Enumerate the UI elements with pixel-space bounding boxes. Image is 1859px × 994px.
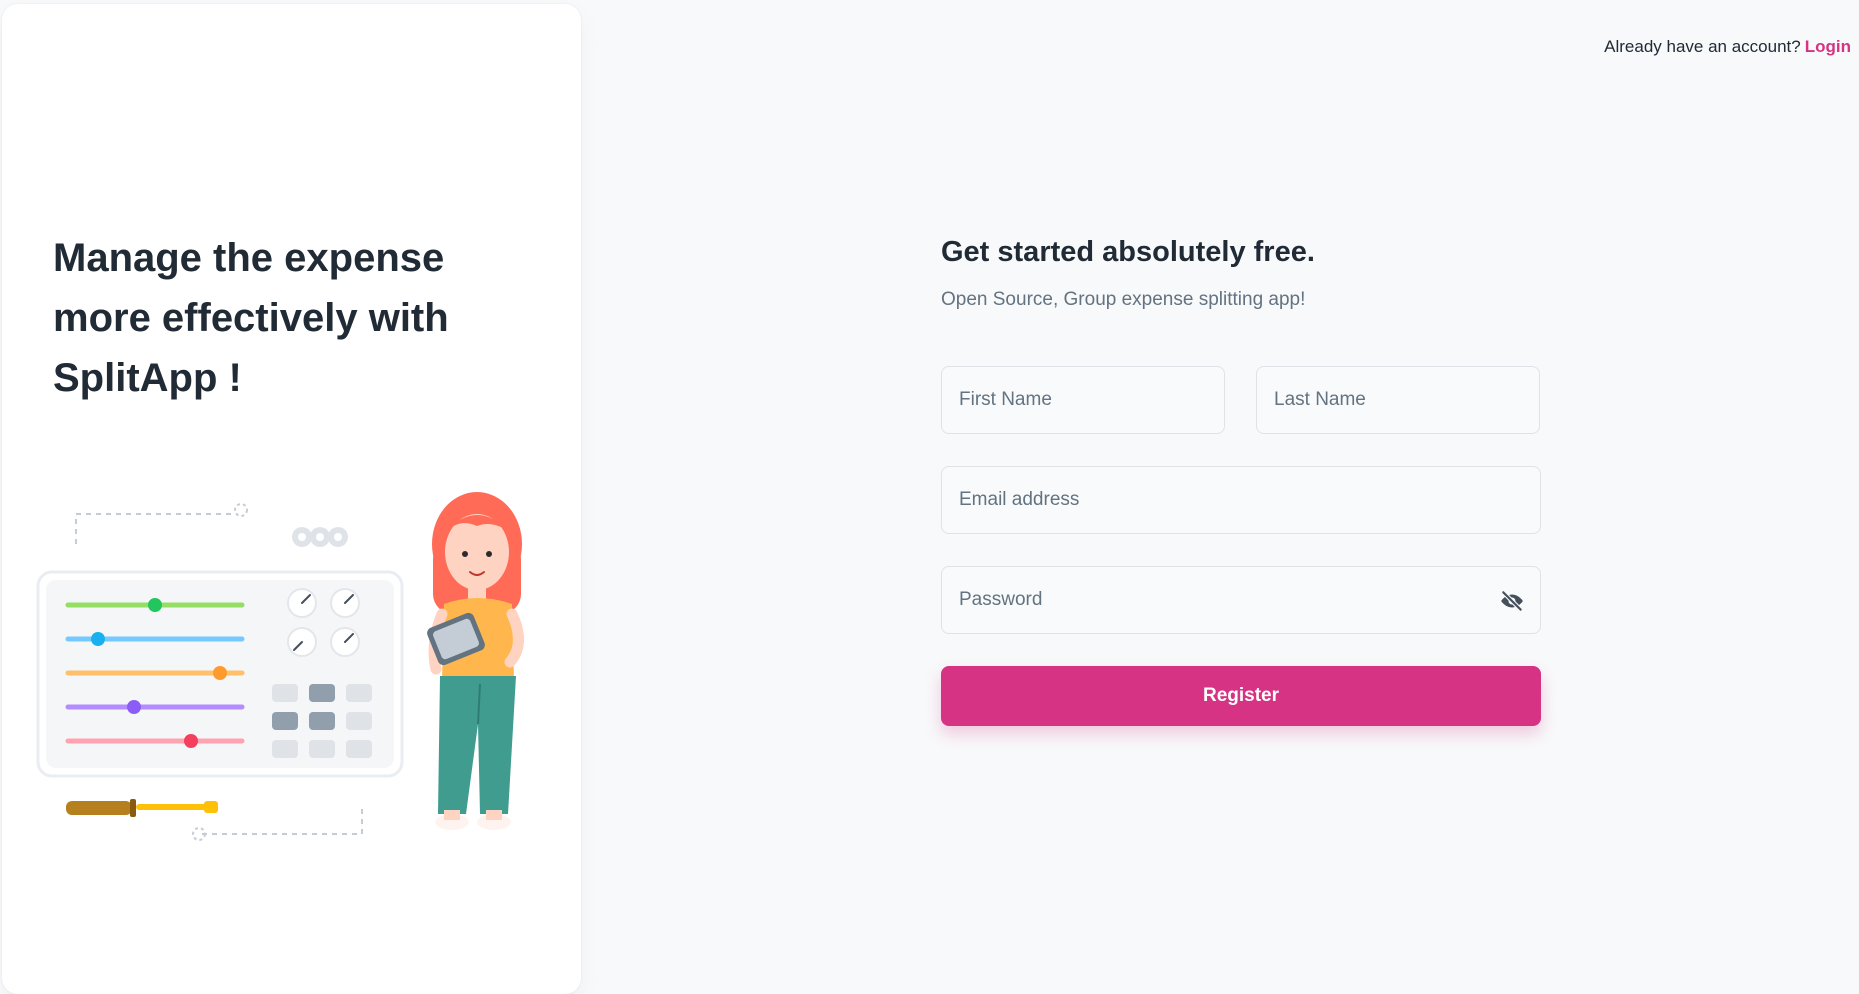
login-prompt: Already have an account? Login xyxy=(1604,37,1851,57)
hero-illustration xyxy=(36,492,524,841)
login-prompt-text: Already have an account? xyxy=(1604,37,1801,56)
first-name-field xyxy=(941,366,1225,434)
email-input[interactable] xyxy=(942,489,1540,511)
hero-panel: Manage the expense more effectively with… xyxy=(2,4,581,994)
password-input[interactable] xyxy=(942,589,1540,611)
email-field xyxy=(941,466,1541,534)
form-title: Get started absolutely free. xyxy=(941,236,1315,268)
last-name-field xyxy=(1256,366,1540,434)
eye-off-glyph xyxy=(1501,590,1523,612)
login-link[interactable]: Login xyxy=(1805,37,1851,56)
password-field xyxy=(941,566,1541,634)
first-name-input[interactable] xyxy=(942,389,1224,411)
hero-headline: Manage the expense more effectively with… xyxy=(53,236,449,400)
eye-off-icon[interactable] xyxy=(1496,585,1528,617)
register-button[interactable]: Register xyxy=(941,666,1541,726)
form-subtitle: Open Source, Group expense splitting app… xyxy=(941,289,1306,310)
register-form: Get started absolutely free. Open Source… xyxy=(941,230,1541,726)
last-name-input[interactable] xyxy=(1257,389,1539,411)
